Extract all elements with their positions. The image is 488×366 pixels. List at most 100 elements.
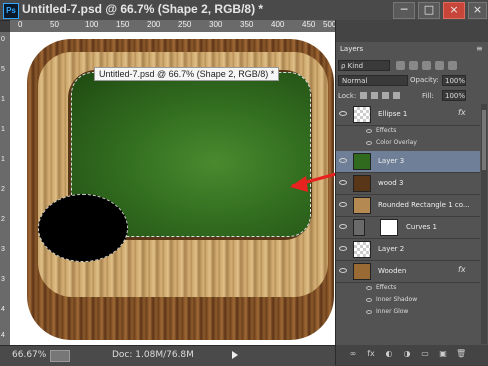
- effects-row[interactable]: Effects: [336, 126, 480, 138]
- layer-row[interactable]: Ellipse 1 fx: [336, 104, 480, 126]
- ruler-tick: 1: [1, 156, 5, 163]
- minimize-button[interactable]: ─: [393, 2, 415, 19]
- blend-mode-select[interactable]: Normal: [338, 75, 408, 86]
- status-menu-arrow-icon[interactable]: [232, 351, 238, 359]
- add-style-button[interactable]: fx: [366, 349, 376, 359]
- layer-row[interactable]: Layer 3: [336, 151, 480, 173]
- opacity-input[interactable]: 100%: [442, 75, 466, 86]
- new-group-button[interactable]: ▭: [420, 349, 430, 359]
- layer-name: Layer 2: [378, 245, 405, 253]
- lock-position-icon[interactable]: [382, 92, 389, 99]
- effects-row[interactable]: Effects: [336, 283, 480, 295]
- eye-icon[interactable]: [339, 246, 347, 251]
- lock-pixels-icon[interactable]: [371, 92, 378, 99]
- ruler-tick: 3: [1, 276, 5, 283]
- ruler-tick: 400: [271, 20, 285, 29]
- ruler-tick: 1: [1, 96, 5, 103]
- ruler-tick: 4: [1, 332, 5, 339]
- add-mask-button[interactable]: ◐: [384, 349, 394, 359]
- layer-row[interactable]: Layer 2: [336, 239, 480, 261]
- layer-mask-thumbnail[interactable]: [380, 219, 398, 236]
- layer-thumbnail: [353, 263, 371, 280]
- layer-name: Curves 1: [406, 223, 437, 231]
- ruler-tick: 450: [302, 20, 316, 29]
- ruler-tick: 5: [1, 66, 5, 73]
- layer-name: wood 3: [378, 179, 404, 187]
- ruler-tick: 1: [1, 126, 5, 133]
- close-button[interactable]: ×: [443, 2, 465, 19]
- layer-row[interactable]: Rounded Rectangle 1 co...: [336, 195, 480, 217]
- filter-pixel-icon[interactable]: [396, 61, 405, 70]
- delete-layer-button[interactable]: 🗑: [456, 349, 466, 359]
- eye-icon[interactable]: [339, 268, 347, 273]
- photoshop-logo-icon: Ps: [3, 3, 19, 19]
- filter-adjustment-icon[interactable]: [409, 61, 418, 70]
- eye-icon[interactable]: [339, 224, 347, 229]
- layers-panel: Layers ≡ ρ Kind Normal Opacity: 100% Loc…: [335, 20, 488, 365]
- filter-kind-select[interactable]: ρ Kind: [338, 60, 390, 71]
- eye-icon[interactable]: [339, 180, 347, 185]
- maximize-button[interactable]: □: [418, 2, 440, 19]
- filter-type-icon[interactable]: [422, 61, 431, 70]
- ruler-tick: 250: [178, 20, 192, 29]
- layer-name: Layer 3: [378, 157, 405, 165]
- eye-icon[interactable]: [339, 202, 347, 207]
- ruler-tick: 0: [18, 20, 23, 29]
- effect-row[interactable]: Inner Shadow: [336, 295, 480, 307]
- ruler-tick: 150: [116, 20, 130, 29]
- layer-list: Ellipse 1 fx Effects Color Overlay Layer…: [336, 104, 480, 344]
- effect-name: Color Overlay: [376, 139, 417, 146]
- fill-label: Fill:: [422, 92, 434, 100]
- panel-menu-icon[interactable]: ≡: [476, 44, 483, 53]
- layer-thumbnail: [353, 197, 371, 214]
- zoom-level[interactable]: 66.67%: [12, 350, 46, 360]
- document-size-info: Doc: 1.08M/76.8M: [112, 350, 194, 360]
- layer-name: Ellipse 1: [378, 110, 408, 118]
- filter-shape-icon[interactable]: [435, 61, 444, 70]
- effect-name: Inner Glow: [376, 308, 409, 315]
- layer-row[interactable]: Curves 1: [336, 217, 480, 239]
- effect-row[interactable]: Inner Glow: [336, 307, 480, 319]
- title-bar: Ps Untitled-7.psd @ 66.7% (Shape 2, RGB/…: [0, 0, 488, 21]
- fill-input[interactable]: 100%: [442, 90, 466, 101]
- eye-icon[interactable]: [366, 310, 372, 314]
- eye-icon[interactable]: [366, 141, 372, 145]
- link-layers-button[interactable]: ∞: [348, 349, 358, 359]
- black-ellipse-shape[interactable]: [38, 194, 128, 262]
- new-adjustment-button[interactable]: ◑: [402, 349, 412, 359]
- ruler-tick: 0: [1, 36, 5, 43]
- effects-label: Effects: [376, 284, 397, 291]
- lock-all-icon[interactable]: [393, 92, 400, 99]
- tab-layers[interactable]: Layers: [338, 44, 364, 55]
- status-bar: 66.67% Doc: 1.08M/76.8M: [0, 345, 335, 366]
- eye-icon[interactable]: [366, 298, 372, 302]
- ruler-tick: 50: [50, 20, 59, 29]
- ruler-tick: 300: [209, 20, 223, 29]
- panel-header: [336, 20, 488, 42]
- layer-thumbnail: [353, 153, 371, 170]
- ruler-tick: 100: [85, 20, 99, 29]
- eye-icon[interactable]: [339, 158, 347, 163]
- curves-adjustment-icon: [353, 219, 365, 236]
- fx-icon[interactable]: fx: [458, 265, 466, 274]
- scrollbar-thumb[interactable]: [482, 110, 486, 170]
- document-title: Untitled-7.psd @ 66.7% (Shape 2, RGB/8) …: [22, 2, 264, 16]
- layer-row[interactable]: wood 3: [336, 173, 480, 195]
- effect-row[interactable]: Color Overlay: [336, 138, 480, 150]
- layer-row[interactable]: Wooden fx: [336, 261, 480, 283]
- ruler-tick: 2: [1, 186, 5, 193]
- ruler-tick: 350: [240, 20, 254, 29]
- close-document-button[interactable]: ×: [468, 2, 487, 19]
- eye-icon[interactable]: [366, 286, 372, 290]
- fx-icon[interactable]: fx: [458, 108, 466, 117]
- ruler-tick: 2: [1, 216, 5, 223]
- proof-setup-icon[interactable]: [50, 350, 70, 362]
- lock-transparent-icon[interactable]: [360, 92, 367, 99]
- eye-icon[interactable]: [339, 111, 347, 116]
- layer-thumbnail: [353, 175, 371, 192]
- filter-smart-icon[interactable]: [448, 61, 457, 70]
- eye-icon[interactable]: [366, 129, 372, 133]
- new-layer-button[interactable]: ▣: [438, 349, 448, 359]
- effects-label: Effects: [376, 127, 397, 134]
- lock-label: Lock:: [338, 92, 357, 100]
